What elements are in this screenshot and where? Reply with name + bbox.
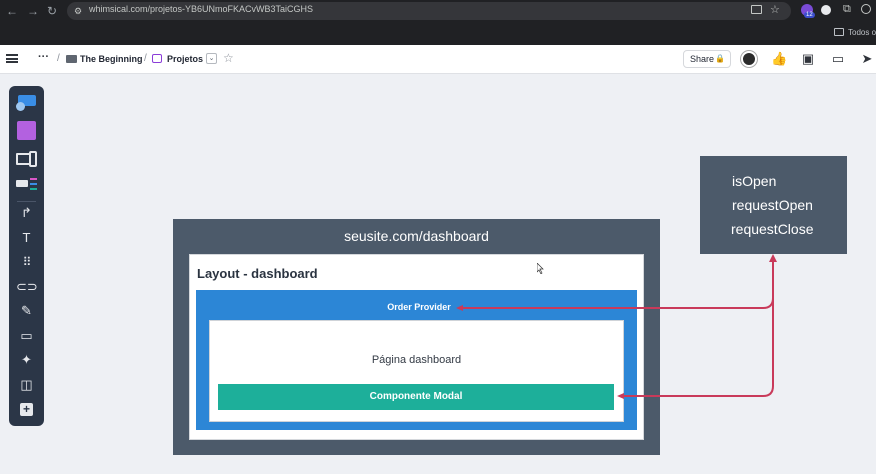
connector-layer <box>456 254 777 399</box>
mouse-cursor-icon <box>537 263 544 274</box>
arrowhead-icon <box>617 393 624 399</box>
arrowhead-icon <box>456 305 463 311</box>
provider-connector[interactable] <box>461 262 774 309</box>
modal-connector[interactable] <box>622 262 774 397</box>
arrowhead-icon <box>769 254 777 262</box>
